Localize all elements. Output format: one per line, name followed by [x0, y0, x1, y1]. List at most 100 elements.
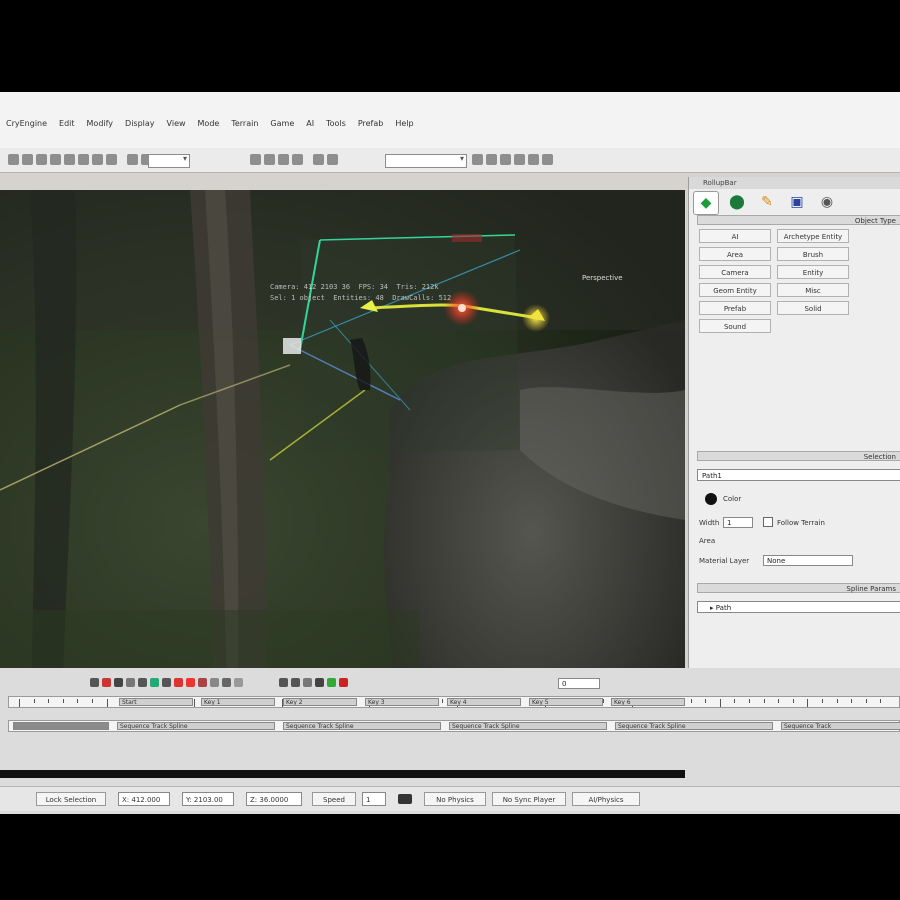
stop-icon[interactable] — [138, 678, 147, 687]
goto-start-icon[interactable] — [90, 678, 99, 687]
no-physics-button[interactable]: No Physics — [424, 792, 486, 806]
follow-terrain-checkbox[interactable] — [763, 517, 773, 527]
menu-item-5[interactable]: Mode — [192, 119, 226, 128]
layer-icon[interactable] — [327, 154, 338, 165]
time-slider[interactable] — [0, 770, 685, 778]
tangent-icon[interactable] — [327, 678, 336, 687]
goto-selection-icon[interactable] — [472, 154, 483, 165]
x-coordinate-field[interactable]: X: 412.000 — [118, 792, 170, 806]
menu-item-8[interactable]: AI — [300, 119, 320, 128]
link-icon[interactable] — [36, 154, 47, 165]
track-clip-2[interactable]: Sequence Track Spline — [449, 722, 607, 730]
camera-icon[interactable] — [315, 678, 324, 687]
frame-field[interactable]: 0 — [558, 678, 600, 689]
scale-icon[interactable] — [106, 154, 117, 165]
prev-key-icon[interactable] — [279, 678, 288, 687]
physics-icon[interactable] — [486, 154, 497, 165]
tree-item-path[interactable]: ▸ Path — [697, 601, 900, 613]
z-coordinate-field[interactable]: Z: 36.0000 — [246, 792, 302, 806]
object-type-header[interactable]: Object Type — [697, 215, 900, 225]
next-key-icon[interactable] — [291, 678, 300, 687]
loop-icon[interactable] — [198, 678, 207, 687]
snap-grid-icon[interactable] — [250, 154, 261, 165]
timeline-key-6[interactable]: Key 6 — [611, 698, 685, 706]
timeline-key-3[interactable]: Key 3 — [365, 698, 439, 706]
objects-tab-icon[interactable]: ◆ — [693, 191, 719, 215]
zoom-icon[interactable] — [222, 678, 231, 687]
timeline-key-2[interactable]: Key 2 — [283, 698, 357, 706]
snap-icon[interactable] — [210, 678, 219, 687]
menu-item-1[interactable]: Edit — [53, 119, 81, 128]
perspective-viewport[interactable]: Camera: 412 2103 36 FPS: 34 Tris: 212k S… — [0, 190, 685, 747]
object-type-button-9[interactable]: Solid — [777, 301, 849, 315]
menu-item-4[interactable]: View — [161, 119, 192, 128]
select-icon[interactable] — [64, 154, 75, 165]
record-icon[interactable] — [102, 678, 111, 687]
timeline-ruler[interactable]: Start Key 1 Key 2 Key 3 Key 4 Key 5 Key 6 — [8, 696, 900, 708]
object-type-button-1[interactable]: Archetype Entity — [777, 229, 849, 243]
vertex-snap-icon[interactable] — [292, 154, 303, 165]
object-type-button-3[interactable]: Brush — [777, 247, 849, 261]
timeline-key-5[interactable]: Key 5 — [529, 698, 603, 706]
timeline-key-4[interactable]: Key 4 — [447, 698, 521, 706]
width-input[interactable]: 1 — [723, 517, 753, 528]
menu-item-3[interactable]: Display — [119, 119, 161, 128]
color-swatch[interactable] — [705, 493, 717, 505]
game-mode-icon[interactable] — [514, 154, 525, 165]
ruler-icon[interactable] — [278, 154, 289, 165]
track-lead-bar[interactable] — [13, 722, 109, 730]
lock-selection-button[interactable]: Lock Selection — [36, 792, 106, 806]
rotate-icon[interactable] — [92, 154, 103, 165]
object-type-button-0[interactable]: AI — [699, 229, 771, 243]
close-icon[interactable] — [339, 678, 348, 687]
move-icon[interactable] — [78, 154, 89, 165]
export-icon[interactable] — [528, 154, 539, 165]
play-icon[interactable] — [114, 678, 123, 687]
delete-key-icon[interactable] — [162, 678, 171, 687]
unlink-icon[interactable] — [50, 154, 61, 165]
redo-icon[interactable] — [22, 154, 33, 165]
selection-set-select[interactable] — [385, 154, 467, 168]
speed-field[interactable]: 1 — [362, 792, 386, 806]
material-layer-select[interactable]: None — [763, 555, 853, 566]
object-type-button-8[interactable]: Prefab — [699, 301, 771, 315]
track-clip-0[interactable]: Sequence Track Spline — [117, 722, 275, 730]
undo-icon[interactable] — [8, 154, 19, 165]
reload-icon[interactable] — [542, 154, 553, 165]
menu-item-2[interactable]: Modify — [81, 119, 120, 128]
object-type-button-5[interactable]: Entity — [777, 265, 849, 279]
menu-item-9[interactable]: Tools — [320, 119, 352, 128]
timeline-key-1[interactable]: Key 1 — [201, 698, 275, 706]
record-mode-icon[interactable] — [174, 678, 183, 687]
modelling-tab-icon[interactable]: ✎ — [755, 191, 779, 213]
menu-item-11[interactable]: Help — [389, 119, 419, 128]
speed-button[interactable]: Speed — [312, 792, 356, 806]
ai-icon[interactable] — [500, 154, 511, 165]
menu-item-7[interactable]: Game — [264, 119, 300, 128]
y-coordinate-field[interactable]: Y: 2103.00 — [182, 792, 234, 806]
pause-icon[interactable] — [126, 678, 135, 687]
timeline-key-0[interactable]: Start — [119, 698, 193, 706]
object-type-button-2[interactable]: Area — [699, 247, 771, 261]
add-key-icon[interactable] — [150, 678, 159, 687]
menu-item-0[interactable]: CryEngine — [0, 119, 53, 128]
camera-toggle-icon[interactable] — [398, 794, 412, 804]
axis-x-icon[interactable] — [127, 154, 138, 165]
coord-system-select[interactable] — [148, 154, 190, 168]
spline-params-header[interactable]: Spline Params — [697, 583, 900, 593]
track-row-1[interactable]: Sequence Track Spline Sequence Track Spli… — [8, 720, 900, 732]
object-type-button-6[interactable]: Geom Entity — [699, 283, 771, 297]
object-type-button-4[interactable]: Camera — [699, 265, 771, 279]
track-clip-3[interactable]: Sequence Track Spline — [615, 722, 773, 730]
object-type-button-7[interactable]: Misc — [777, 283, 849, 297]
layers-tab-icon[interactable]: ◉ — [815, 191, 839, 213]
display-tab-icon[interactable]: ▣ — [785, 191, 809, 213]
track-clip-1[interactable]: Sequence Track Spline — [283, 722, 441, 730]
fit-icon[interactable] — [234, 678, 243, 687]
no-sync-player-button[interactable]: No Sync Player — [492, 792, 566, 806]
ai-physics-button[interactable]: AI/Physics — [572, 792, 640, 806]
track-clip-4[interactable]: Sequence Track — [781, 722, 900, 730]
snap-angle-icon[interactable] — [264, 154, 275, 165]
terrain-icon[interactable] — [313, 154, 324, 165]
terrain-tab-icon[interactable]: ⬤ — [725, 191, 749, 213]
